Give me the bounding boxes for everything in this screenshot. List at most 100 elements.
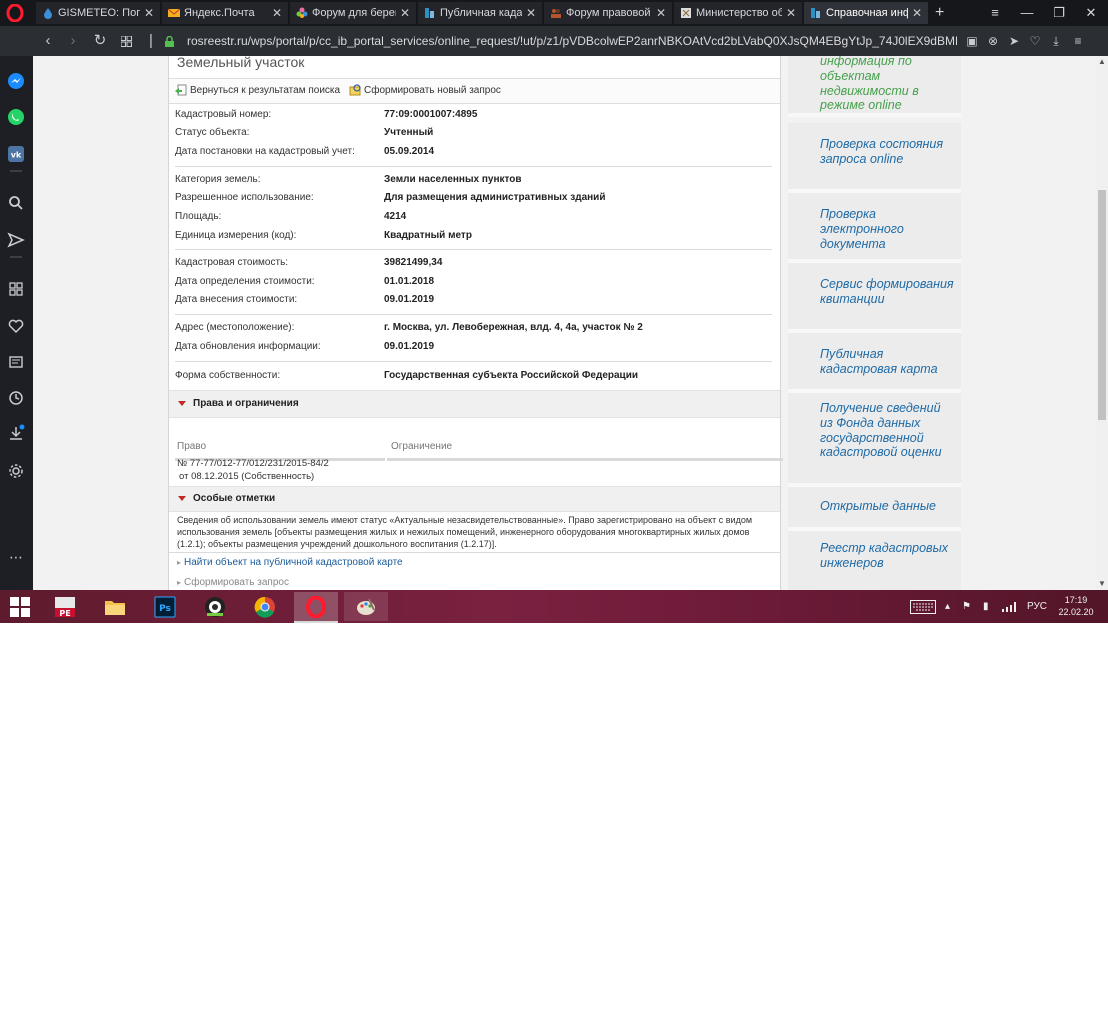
photoshop-icon: Ps: [154, 596, 176, 618]
close-icon[interactable]: ✕: [526, 2, 536, 24]
signal-bars-icon[interactable]: [1002, 602, 1016, 612]
window-close-icon[interactable]: ✕: [1076, 0, 1106, 26]
taskbar-file-explorer[interactable]: [93, 592, 137, 621]
arrow-right-icon: ▸: [177, 578, 182, 587]
opera-icon: [306, 596, 326, 618]
back-doc-icon: [175, 84, 187, 96]
field-address: Адрес (местоположение): г. Москва, ул. Л…: [175, 322, 643, 333]
battery-icon[interactable]: ▮: [983, 590, 989, 623]
lock-icon[interactable]: [158, 26, 180, 56]
restore-icon[interactable]: ❐: [1044, 0, 1074, 26]
tab-legal-forum[interactable]: Форум правовой п ✕: [544, 2, 672, 24]
tab-reference-info[interactable]: Справочная инфор ✕: [804, 2, 928, 24]
tab-forum-pregnant[interactable]: Форум для береме ✕: [290, 2, 416, 24]
messenger-icon[interactable]: [7, 72, 25, 90]
paint-palette-icon: [357, 598, 375, 615]
svg-text:PE: PE: [59, 609, 70, 618]
field-permitted-use: Разрешенное использование: Для размещени…: [175, 192, 606, 203]
tab-title: Форум для береме: [312, 7, 396, 19]
close-icon[interactable]: ✕: [400, 2, 410, 24]
tab-gismeteo[interactable]: GISMETEO: Погода ✕: [36, 2, 160, 24]
menu-item-receipt-service[interactable]: Сервис формирования квитанции: [788, 263, 961, 333]
taskbar-chrome[interactable]: [243, 592, 287, 621]
tab-bar: GISMETEO: Погода ✕ Яндекс.Почта ✕ Форум …: [0, 0, 1108, 26]
divider: [175, 166, 772, 167]
close-icon[interactable]: ✕: [912, 2, 922, 24]
new-request-button[interactable]: Сформировать новый запрос: [349, 79, 501, 103]
sidebar-divider: [10, 256, 22, 258]
field-value-determination-date: Дата определения стоимости: 01.01.2018: [175, 276, 435, 287]
taskbar-paint[interactable]: [344, 592, 388, 621]
language-indicator[interactable]: РУС: [1027, 590, 1047, 623]
taskbar-camera-app[interactable]: [193, 592, 237, 621]
menu-item-online-info[interactable]: информация по объектам недвижимости в ре…: [788, 56, 961, 117]
close-icon[interactable]: ✕: [144, 2, 154, 24]
send-icon[interactable]: ➤: [1004, 26, 1024, 56]
camera-icon[interactable]: ▣: [962, 26, 982, 56]
tabs-grid-icon[interactable]: [115, 26, 137, 56]
ad-block-icon[interactable]: ⊗: [983, 26, 1003, 56]
heart-icon[interactable]: ♡: [1025, 26, 1045, 56]
make-request-link[interactable]: ▸ Сформировать запрос: [177, 576, 289, 590]
news-icon[interactable]: [7, 353, 25, 371]
minimize-icon[interactable]: —: [1012, 0, 1042, 26]
tab-title: GISMETEO: Погода: [58, 7, 140, 19]
flower-icon: [296, 7, 308, 18]
tab-menu-icon[interactable]: ≡: [980, 0, 1010, 26]
rights-section-header[interactable]: Права и ограничения: [169, 390, 780, 418]
system-clock[interactable]: 17:19 22.02.20: [1056, 594, 1096, 618]
bookmarks-heart-icon[interactable]: [7, 317, 25, 335]
tab-ministry[interactable]: Министерство об ✕: [674, 2, 802, 24]
history-clock-icon[interactable]: [7, 389, 25, 407]
taskbar-photoshop[interactable]: Ps: [143, 592, 187, 621]
scrollbar-thumb[interactable]: [1098, 190, 1106, 420]
divider: [175, 249, 772, 250]
find-on-map-link[interactable]: ▸ Найти объект на публичной кадастровой к…: [177, 556, 403, 570]
menu-item-public-map[interactable]: Публичная кадастровая карта: [788, 333, 961, 393]
close-icon[interactable]: ✕: [656, 2, 666, 24]
field-info-update-date: Дата обновления информации: 09.01.2019: [175, 341, 435, 352]
collapse-triangle-icon: [178, 496, 186, 501]
divider: [169, 552, 780, 553]
tab-public-cadastral[interactable]: Публичная кадаст ✕: [418, 2, 542, 24]
menu-item-cadastral-engineers[interactable]: Реестр кадастровых инженеров: [788, 531, 961, 590]
keyboard-icon[interactable]: [910, 600, 936, 614]
opera-logo-icon[interactable]: [6, 4, 24, 22]
more-dots-icon[interactable]: ⋯: [7, 548, 25, 566]
vk-icon[interactable]: vk: [7, 145, 25, 163]
new-tab-plus-icon[interactable]: +: [935, 2, 944, 24]
tray-expand-icon[interactable]: ▴: [945, 590, 950, 623]
taskbar-opera[interactable]: [294, 592, 338, 623]
special-marks-section-header[interactable]: Особые отметки: [169, 486, 780, 512]
reload-icon[interactable]: ↻: [89, 26, 111, 56]
forward-arrow-icon[interactable]: ›: [62, 26, 84, 56]
divider: [175, 361, 772, 362]
speed-dial-icon[interactable]: [7, 280, 25, 298]
flow-send-icon[interactable]: [7, 231, 25, 249]
scroll-up-arrow-icon[interactable]: ▲: [1096, 56, 1108, 68]
search-icon[interactable]: [7, 194, 25, 212]
back-arrow-icon[interactable]: ‹: [37, 26, 59, 56]
flag-icon[interactable]: ⚑: [962, 590, 971, 623]
menu-item-check-document[interactable]: Проверка электронного документа: [788, 193, 961, 263]
close-icon[interactable]: ✕: [272, 2, 282, 24]
scroll-down-arrow-icon[interactable]: ▼: [1096, 578, 1108, 590]
download-icon[interactable]: ⤓: [1046, 26, 1066, 56]
webcam-icon: [205, 597, 225, 617]
taskbar-pe-app[interactable]: PE: [43, 592, 87, 621]
tab-title: Форум правовой п: [566, 7, 652, 19]
menu-item-valuation-fund[interactable]: Получение сведений из Фонда данных госуд…: [788, 393, 961, 487]
url-input[interactable]: rosreestr.ru/wps/portal/p/cc_ib_portal_s…: [187, 26, 957, 56]
easy-setup-icon[interactable]: ≡: [1068, 26, 1088, 56]
settings-gear-icon[interactable]: [7, 462, 25, 480]
menu-item-request-status[interactable]: Проверка состояния запроса online: [788, 123, 961, 193]
special-marks-text: Сведения об использовании земель имеют с…: [177, 515, 753, 549]
downloads-icon[interactable]: [7, 424, 25, 442]
close-icon[interactable]: ✕: [786, 2, 796, 24]
whatsapp-icon[interactable]: [7, 108, 25, 126]
tab-yandex-mail[interactable]: Яндекс.Почта ✕: [162, 2, 288, 24]
back-to-results-button[interactable]: Вернуться к результатам поиска: [175, 79, 340, 103]
windows-start-icon[interactable]: [10, 597, 30, 617]
menu-item-open-data[interactable]: Открытые данные: [788, 487, 961, 531]
raindrop-icon: [44, 8, 52, 19]
